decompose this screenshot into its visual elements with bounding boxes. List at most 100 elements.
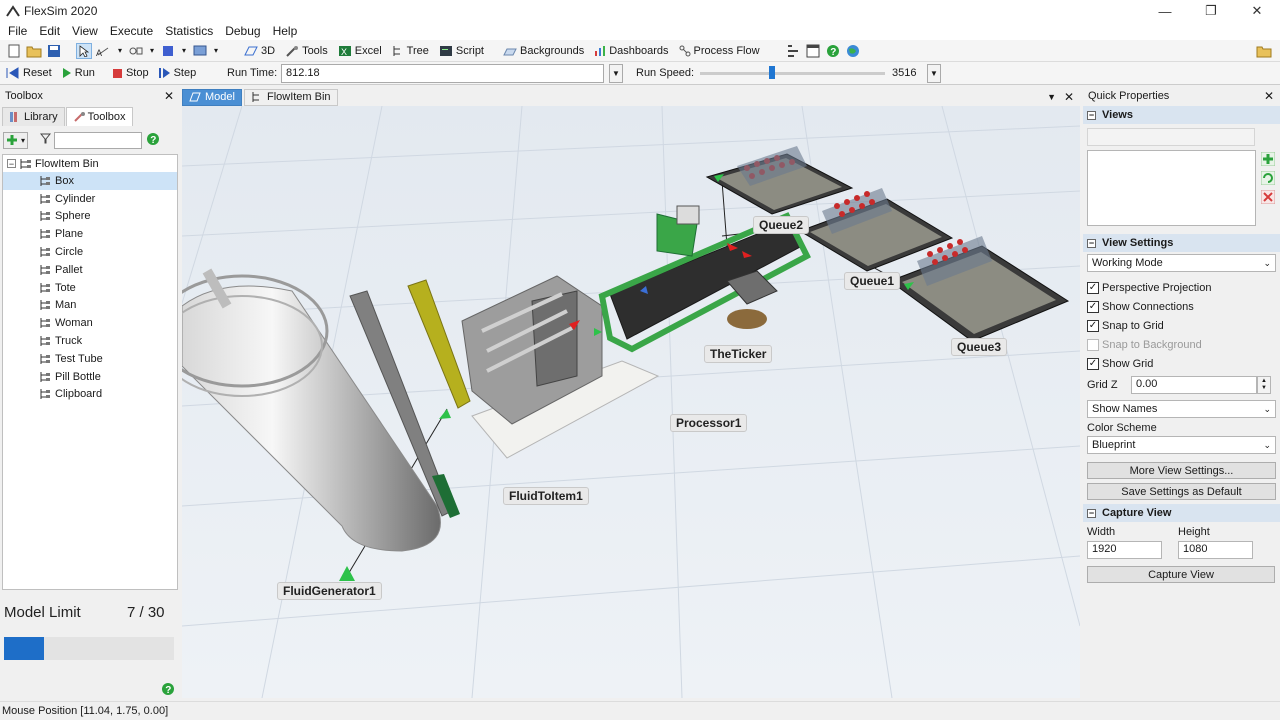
toolbox-close-icon[interactable]: ✕ [164, 89, 174, 103]
close-window-button[interactable]: ✕ [1234, 0, 1280, 22]
tree-item[interactable]: Pallet [3, 261, 177, 279]
run-time-dropdown-icon[interactable]: ▼ [609, 64, 623, 83]
model-limit-help-icon[interactable]: ? [161, 682, 175, 699]
help-icon[interactable]: ? [825, 43, 841, 59]
view-setting-checkbox[interactable]: ✓ Perspective Projection [1087, 278, 1276, 297]
window-layout-icon[interactable] [805, 43, 821, 59]
view-settings-section-header[interactable]: − View Settings [1083, 234, 1280, 252]
working-mode-select[interactable]: Working Mode ⌄ [1087, 254, 1276, 272]
view-options-icon[interactable] [192, 43, 208, 59]
toolbox-search-input[interactable] [54, 131, 143, 149]
tab-toolbox[interactable]: Toolbox [65, 107, 133, 126]
globe-icon[interactable] [845, 43, 861, 59]
maximize-button[interactable]: ❐ [1188, 0, 1234, 22]
menu-view[interactable]: View [66, 24, 104, 38]
folder-corner-icon[interactable] [1256, 43, 1272, 59]
add-view-icon[interactable] [1260, 151, 1276, 169]
view-setting-checkbox[interactable]: ✓ Show Connections [1087, 297, 1276, 316]
view-setting-checkbox[interactable]: ✓ Show Grid [1087, 354, 1276, 373]
label-fluid-to-item[interactable]: FluidToItem1 [503, 487, 589, 505]
quick-properties-close-icon[interactable]: ✕ [1264, 89, 1274, 103]
tools-button[interactable]: Tools [285, 45, 328, 57]
menu-file[interactable]: File [2, 24, 33, 38]
excel-button[interactable]: X Excel [338, 45, 382, 57]
tree-root-flowitem-bin[interactable]: − FlowItem Bin [3, 155, 177, 172]
run-speed-slider-track[interactable] [700, 72, 885, 75]
tree-item[interactable]: Truck [3, 332, 177, 350]
tab-flowitem-bin[interactable]: FlowItem Bin [243, 88, 338, 106]
menu-help[interactable]: Help [267, 24, 304, 38]
tree-button[interactable]: Tree [392, 45, 429, 57]
process-flow-button[interactable]: Process Flow [679, 45, 760, 57]
label-queue3[interactable]: Queue3 [951, 338, 1008, 356]
tree-item[interactable]: Pill Bottle [3, 368, 177, 386]
toolbox-help-icon[interactable]: ? [146, 132, 160, 149]
checkbox-box[interactable]: ✓ [1087, 357, 1099, 370]
step-button[interactable]: Step [158, 67, 196, 79]
view-setting-checkbox[interactable]: Snap to Background [1087, 335, 1276, 354]
tabs-close-icon[interactable]: ✕ [1064, 90, 1074, 104]
layout-icon[interactable] [785, 43, 801, 59]
tree-item[interactable]: Tote [3, 279, 177, 297]
tab-library[interactable]: Library [2, 107, 65, 126]
backgrounds-button[interactable]: Backgrounds [503, 45, 584, 57]
views-list[interactable] [1087, 150, 1256, 226]
collapse-view-settings-icon[interactable]: − [1087, 238, 1096, 248]
minimize-button[interactable]: — [1142, 0, 1188, 22]
color-square-icon[interactable] [160, 43, 176, 59]
stop-button[interactable]: Stop [112, 67, 149, 79]
tree-item[interactable]: Plane [3, 225, 177, 243]
checkbox-box[interactable]: ✓ [1087, 319, 1099, 332]
select-pointer-icon[interactable] [76, 42, 92, 59]
script-button[interactable]: Script [439, 45, 484, 57]
checkbox-box[interactable]: ✓ [1087, 281, 1099, 294]
checkbox-box[interactable]: ✓ [1087, 300, 1099, 313]
label-queue1[interactable]: Queue1 [844, 272, 901, 290]
tree-item[interactable]: Sphere [3, 208, 177, 226]
tree-item[interactable]: Circle [3, 243, 177, 261]
model-3d-view[interactable]: Queue2 Queue1 Queue3 TheTicker Processor… [182, 106, 1080, 698]
run-time-field[interactable]: 812.18 [281, 64, 604, 83]
capture-width-input[interactable]: 1920 [1087, 541, 1162, 559]
tree-item[interactable]: Cylinder [3, 190, 177, 208]
connect-dropdown-icon[interactable]: ▾ [116, 43, 124, 59]
open-folder-icon[interactable] [26, 43, 42, 59]
tab-model[interactable]: Model [182, 88, 242, 106]
connect-objects-icon[interactable]: A [96, 43, 112, 59]
save-settings-default-button[interactable]: Save Settings as Default [1087, 483, 1276, 500]
tree-item[interactable]: Clipboard [3, 386, 177, 404]
tree-item[interactable]: Box [3, 172, 177, 190]
run-speed-dropdown-icon[interactable]: ▼ [927, 64, 941, 83]
collapse-toggle-icon[interactable]: − [7, 159, 16, 169]
color-scheme-select[interactable]: Blueprint ⌄ [1087, 436, 1276, 454]
grid-z-spinner[interactable]: ▲ ▼ [1257, 376, 1271, 394]
checkbox-box[interactable] [1087, 338, 1099, 351]
dashboards-button[interactable]: Dashboards [594, 45, 669, 57]
tree-item[interactable]: Man [3, 297, 177, 315]
run-speed-slider-thumb[interactable] [769, 66, 776, 79]
menu-execute[interactable]: Execute [104, 24, 159, 38]
run-button[interactable]: Run [62, 67, 95, 79]
filter-icon[interactable] [39, 133, 52, 147]
collapse-capture-icon[interactable]: − [1087, 508, 1096, 518]
label-fluid-generator[interactable]: FluidGenerator1 [277, 582, 382, 600]
capture-view-button[interactable]: Capture View [1087, 566, 1275, 583]
label-ticker[interactable]: TheTicker [704, 345, 773, 363]
delete-view-icon[interactable] [1260, 189, 1276, 207]
view-name-field[interactable] [1087, 128, 1255, 146]
label-queue2[interactable]: Queue2 [753, 216, 810, 234]
capture-height-input[interactable]: 1080 [1178, 541, 1253, 559]
menu-statistics[interactable]: Statistics [159, 24, 219, 38]
more-view-settings-button[interactable]: More View Settings... [1087, 462, 1276, 479]
views-section-header[interactable]: − Views [1083, 106, 1280, 124]
add-item-icon[interactable]: ▾ [3, 131, 29, 149]
show-names-select[interactable]: Show Names ⌄ [1087, 400, 1276, 418]
view-options-dropdown-icon[interactable]: ▾ [212, 43, 220, 59]
menu-debug[interactable]: Debug [219, 24, 266, 38]
3d-button[interactable]: 3D [244, 45, 275, 57]
label-processor[interactable]: Processor1 [670, 414, 748, 432]
refresh-view-icon[interactable] [1260, 170, 1276, 188]
collapse-views-icon[interactable]: − [1087, 110, 1096, 120]
shapes-tool-icon[interactable] [128, 43, 144, 59]
save-icon[interactable] [46, 43, 62, 59]
